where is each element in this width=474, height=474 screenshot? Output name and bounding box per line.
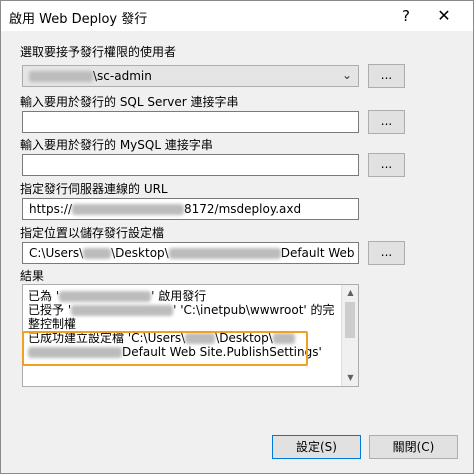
publish-user-dropdown[interactable]: \sc-admin ⌄ xyxy=(22,65,359,87)
mysql-connection-input[interactable] xyxy=(22,154,359,176)
server-url-label: 指定發行伺服器連線的 URL xyxy=(20,182,168,196)
result-line1-prefix: 已為 ' xyxy=(28,289,60,303)
setup-button[interactable]: 設定(S) xyxy=(272,435,361,459)
redacted-text xyxy=(29,71,93,82)
server-url-prefix: https:// xyxy=(29,202,73,216)
close-icon[interactable]: ✕ xyxy=(433,5,455,27)
result-highlight-box xyxy=(22,331,308,366)
scroll-up-icon[interactable]: ▲ xyxy=(342,285,359,301)
redacted-text xyxy=(83,248,112,259)
publish-user-value-text: \sc-admin xyxy=(93,69,152,83)
sql-server-connection-input[interactable] xyxy=(22,111,359,133)
redacted-text xyxy=(72,204,185,215)
result-line2-prefix: 已授予 ' xyxy=(28,303,72,317)
web-deploy-dialog: 啟用 Web Deploy 發行 ? ✕ 選取要接予發行權限的使用者 \sc-a… xyxy=(0,0,474,474)
redacted-text xyxy=(168,248,281,259)
results-scrollbar[interactable]: ▲ ▼ xyxy=(341,285,358,386)
title-bar: 啟用 Web Deploy 發行 ? ✕ xyxy=(1,1,473,31)
mysql-browse-button[interactable]: ... xyxy=(368,153,405,177)
publish-user-label: 選取要接予發行權限的使用者 xyxy=(20,45,177,59)
settings-file-browse-button[interactable]: ... xyxy=(368,241,405,265)
chevron-down-icon: ⌄ xyxy=(341,68,352,82)
server-url-suffix: 8172/msdeploy.axd xyxy=(184,202,302,216)
sql-server-browse-button[interactable]: ... xyxy=(368,110,405,134)
settings-path-prefix: C:\Users\ xyxy=(29,246,84,260)
settings-path-mid: \Desktop\ xyxy=(111,246,169,260)
publish-user-value: \sc-admin xyxy=(29,69,152,83)
sql-server-label: 輸入要用於發行的 SQL Server 連接字串 xyxy=(20,95,239,109)
settings-file-path-input[interactable]: C:\Users\ \Desktop\ Default Web xyxy=(22,242,359,264)
publish-user-browse-button[interactable]: ... xyxy=(368,64,405,88)
results-label: 結果 xyxy=(20,269,45,283)
result-line: 已為 ' ' 啟用發行 xyxy=(28,289,342,303)
settings-file-label: 指定位置以儲存發行設定檔 xyxy=(20,226,165,240)
server-url-input[interactable]: https:// 8172/msdeploy.axd xyxy=(22,198,359,220)
mysql-label: 輸入要用於發行的 MySQL 連接字串 xyxy=(20,138,213,152)
scroll-thumb[interactable] xyxy=(345,302,355,338)
result-line1-suffix: ' 啟用發行 xyxy=(151,289,207,303)
result-line: 已授予 ' ' 'C:\inetpub\wwwroot' 的完 xyxy=(28,303,342,317)
help-icon[interactable]: ? xyxy=(395,5,417,27)
redacted-text xyxy=(59,291,152,302)
window-title: 啟用 Web Deploy 發行 xyxy=(9,12,148,27)
settings-path-suffix: Default Web xyxy=(280,246,355,260)
redacted-text xyxy=(71,305,174,316)
scroll-down-icon[interactable]: ▼ xyxy=(342,370,359,386)
result-line2-suffix: ' 'C:\inetpub\wwwroot' 的完 xyxy=(173,303,335,317)
result-line: 整控制權 xyxy=(28,317,77,331)
close-button[interactable]: 關閉(C) xyxy=(369,435,458,459)
